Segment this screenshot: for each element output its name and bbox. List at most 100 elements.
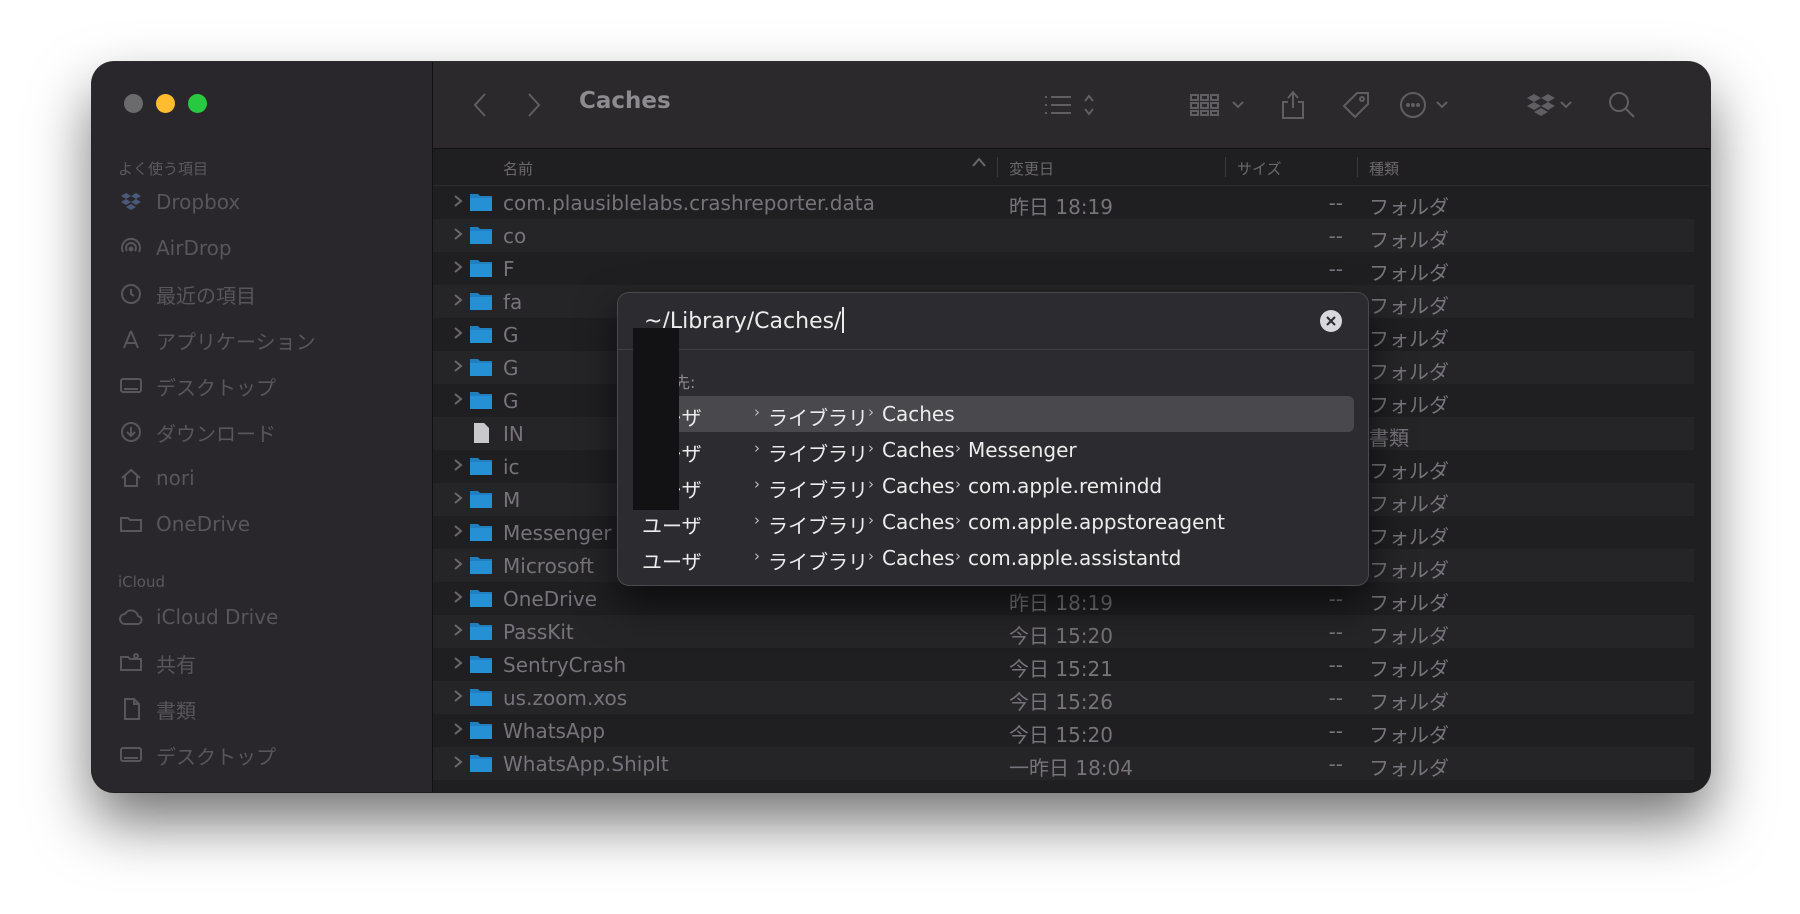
group-button[interactable]: [1189, 90, 1249, 120]
disclosure-chevron-icon[interactable]: [453, 358, 463, 374]
table-row[interactable]: PassKit 今日 15:20 -- フォルダ: [433, 615, 1694, 648]
path-suggestion[interactable]: ユーザ›ライブラリ›Caches›com.apple.remindd: [633, 468, 1354, 504]
disclosure-chevron-icon[interactable]: [453, 292, 463, 308]
file-kind: フォルダ: [1369, 459, 1449, 483]
folder-icon: [470, 557, 492, 574]
sidebar-item-共有[interactable]: 共有: [118, 643, 196, 683]
disclosure-chevron-icon[interactable]: [453, 193, 463, 209]
disclosure-chevron-icon[interactable]: [453, 325, 463, 341]
sidebar-item-onedrive[interactable]: OneDrive: [118, 504, 250, 544]
path-suggestion[interactable]: ユーザ › ライブラリ › Caches › com.apple.appstoreagent: [633, 504, 1354, 540]
table-row[interactable]: us.zoom.xos 今日 15:26 -- フォルダ: [433, 681, 1694, 714]
disclosure-chevron-icon[interactable]: [453, 688, 463, 704]
file-name: fa: [503, 290, 523, 314]
sidebar-item-最近の項目[interactable]: 最近の項目: [118, 274, 256, 314]
disclosure-chevron-icon[interactable]: [453, 523, 463, 539]
action-button[interactable]: [1399, 90, 1457, 120]
path-input[interactable]: ~/Library/Caches/: [618, 293, 1368, 350]
file-name: G: [503, 323, 519, 347]
sidebar: よく使う項目 Dropbox AirDrop 最近の項目 アプリケーション デスクトップ…: [92, 62, 433, 792]
disclosure-chevron-icon[interactable]: [453, 259, 463, 275]
dropbox-icon: [1527, 94, 1572, 116]
path-suggestion[interactable]: ユーザ›ライブラリ›Caches: [633, 396, 1354, 432]
column-date[interactable]: 変更日: [1009, 158, 1054, 179]
back-button[interactable]: [473, 90, 487, 120]
file-kind: フォルダ: [1369, 261, 1449, 285]
file-name: PassKit: [503, 620, 574, 644]
disclosure-chevron-icon[interactable]: [453, 589, 463, 605]
path-segment: com.apple.appstoreagent: [968, 510, 1225, 534]
file-name: F: [503, 257, 515, 281]
sidebar-item-dropbox[interactable]: Dropbox: [118, 182, 240, 222]
sidebar-item-icloud-drive[interactable]: iCloud Drive: [118, 597, 278, 637]
forward-button[interactable]: [527, 90, 541, 120]
table-row[interactable]: OneDrive 昨日 18:19 -- フォルダ: [433, 582, 1694, 615]
path-suggestion[interactable]: ユーザ › ライブラリ › Caches › com.apple.assistantd: [633, 540, 1354, 576]
column-kind[interactable]: 種類: [1369, 158, 1399, 179]
file-date: 今日 15:20: [1009, 624, 1113, 648]
chevron-right-icon: ›: [754, 403, 760, 421]
icloud-header: iCloud: [118, 573, 166, 591]
clear-button[interactable]: [1320, 310, 1342, 332]
table-row[interactable]: F -- フォルダ: [433, 252, 1694, 285]
table-row[interactable]: com.plausiblelabs.crashreporter.data 昨日 1…: [433, 186, 1694, 219]
sidebar-item-デスクトップ[interactable]: デスクトップ: [118, 366, 276, 406]
disclosure-chevron-icon[interactable]: [453, 457, 463, 473]
minimize-window-button[interactable]: [156, 94, 175, 113]
zoom-window-button[interactable]: [188, 94, 207, 113]
table-row[interactable]: WhatsApp.ShipIt 一昨日 18:04 -- フォルダ: [433, 747, 1694, 780]
path-suggestion[interactable]: ユーザ›ライブラリ›Caches›Messenger: [633, 432, 1354, 468]
close-window-button[interactable]: [124, 94, 143, 113]
list-view-button[interactable]: [1043, 90, 1097, 120]
file-name: M: [503, 488, 521, 512]
disclosure-chevron-icon[interactable]: [453, 754, 463, 770]
disclosure-chevron-icon[interactable]: [453, 655, 463, 671]
path-segment: Caches: [882, 510, 955, 534]
folder-icon: [470, 491, 492, 508]
folder-icon: [470, 359, 492, 376]
desktop-icon: [118, 373, 144, 399]
file-size: --: [1328, 587, 1343, 611]
disclosure-chevron-icon[interactable]: [453, 490, 463, 506]
table-row[interactable]: co -- フォルダ: [433, 219, 1694, 252]
chevron-right-icon: [528, 93, 541, 117]
disclosure-chevron-icon[interactable]: [453, 721, 463, 737]
path-segment: ライブラリ: [768, 514, 868, 538]
sidebar-item-アプリケーション[interactable]: アプリケーション: [118, 320, 316, 360]
sidebar-item-ダウンロード[interactable]: ダウンロード: [118, 412, 276, 452]
path-segment: ユーザ: [642, 550, 702, 574]
file-kind: フォルダ: [1369, 360, 1449, 384]
tag-button[interactable]: [1341, 90, 1371, 120]
file-date: 昨日 18:19: [1009, 591, 1113, 615]
sidebar-item-label: iCloud Drive: [156, 605, 279, 629]
folder-icon: [470, 755, 492, 772]
dropbox-button[interactable]: [1523, 90, 1577, 120]
sidebar-item-label: OneDrive: [156, 512, 251, 536]
disclosure-chevron-icon[interactable]: [453, 556, 463, 572]
sidebar-item-label: Dropbox: [156, 190, 241, 214]
disclosure-chevron-icon[interactable]: [453, 226, 463, 242]
sidebar-item-デスクトップ[interactable]: デスクトップ: [118, 735, 276, 775]
chevron-right-icon: ›: [868, 547, 874, 565]
share-button[interactable]: [1279, 90, 1307, 120]
search-button[interactable]: [1608, 90, 1636, 120]
sort-ascending-icon[interactable]: [971, 155, 987, 173]
folder-icon: [470, 689, 492, 706]
disclosure-chevron-icon[interactable]: [453, 622, 463, 638]
sidebar-item-書類[interactable]: 書類: [118, 689, 196, 729]
folder-icon: [470, 524, 492, 541]
table-row[interactable]: SentryCrash 今日 15:21 -- フォルダ: [433, 648, 1694, 681]
desktop-icon: [118, 742, 144, 768]
sidebar-item-nori[interactable]: nori: [118, 458, 195, 498]
table-row[interactable]: WhatsApp 今日 15:20 -- フォルダ: [433, 714, 1694, 747]
sidebar-item-label: 書類: [156, 698, 196, 723]
folder-icon: [470, 722, 492, 739]
sidebar-item-airdrop[interactable]: AirDrop: [118, 228, 232, 268]
column-size[interactable]: サイズ: [1237, 158, 1282, 179]
column-name[interactable]: 名前: [503, 158, 533, 179]
disclosure-chevron-icon[interactable]: [453, 391, 463, 407]
file-kind: フォルダ: [1369, 393, 1449, 417]
path-segment: com.apple.assistantd: [968, 546, 1182, 570]
file-kind: フォルダ: [1369, 657, 1449, 681]
chevron-right-icon: ›: [955, 547, 961, 565]
